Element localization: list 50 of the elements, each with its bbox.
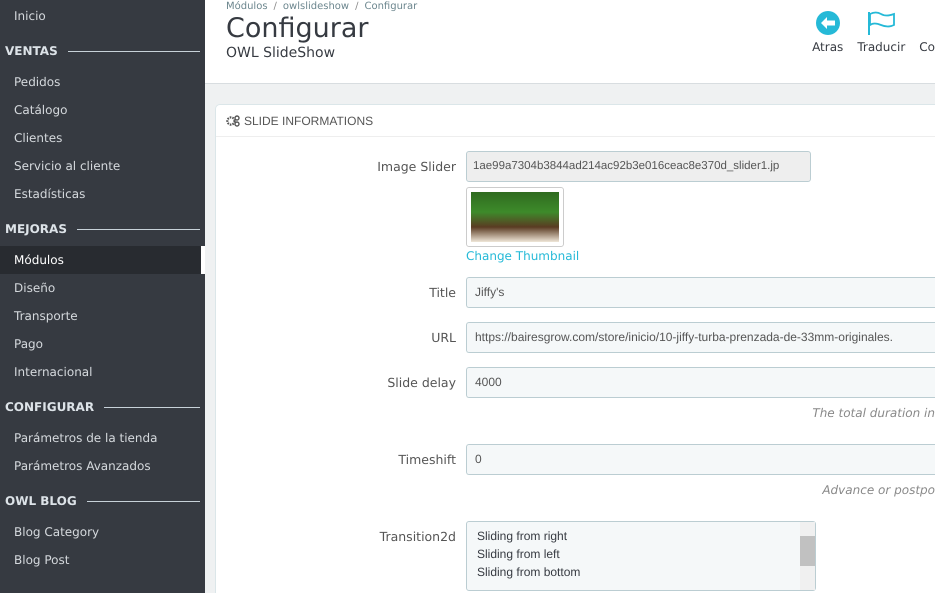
field-label: Title (428, 284, 457, 302)
list-option[interactable]: Sliding from bottom (477, 563, 790, 581)
help-text: Advance or postpo (822, 483, 935, 497)
page-title: Configurar (226, 13, 370, 45)
sidebar-item[interactable]: Transporte (0, 302, 205, 330)
text-field[interactable]: 0 (466, 444, 935, 475)
sidebar-heading: MEJORAS (5, 222, 67, 236)
sidebar-item[interactable]: Blog Post (0, 546, 205, 574)
toolbar-button[interactable]: Traducir (857, 10, 906, 83)
flag-icon (866, 10, 896, 36)
sidebar-item[interactable]: Estadísticas (0, 180, 205, 208)
gears-icon (226, 114, 240, 126)
panel-title: SLIDE INFORMATIONS (244, 114, 374, 128)
page-subtitle: OWL SlideShow (226, 45, 336, 61)
sidebar-item[interactable]: Internacional (0, 358, 205, 386)
sidebar-item[interactable]: Catálogo (0, 96, 205, 124)
list-box[interactable]: Sliding from right Sliding from left Sliding from bottom (466, 521, 816, 591)
sidebar-item[interactable]: Clientes (0, 124, 205, 152)
list-option[interactable]: Sliding from right (477, 527, 790, 545)
breadcrumb-link[interactable]: owlslideshow (282, 1, 350, 12)
scrollbar[interactable] (800, 522, 815, 590)
sidebar-heading: OWL BLOG (5, 494, 77, 508)
sidebar-item[interactable]: Inicio (0, 2, 205, 30)
field-label: Slide delay (386, 374, 457, 392)
help-text: The total duration in (812, 406, 935, 420)
breadcrumb-link[interactable]: Módulos (226, 1, 268, 12)
breadcrumb-separator: / (274, 1, 277, 12)
sidebar-item[interactable]: Parámetros de la tienda (0, 424, 205, 452)
breadcrumb-separator: / (355, 1, 358, 12)
text-field[interactable]: https://bairesgrow.com/store/inicio/10-jiffy-turba-prenzada-de-33mm-originales. (466, 322, 935, 353)
file-name-field[interactable]: 1ae99a7304b3844ad214ac92b3e016ceac8e370d_slider1.jp (466, 151, 811, 182)
breadcrumb-link[interactable]: Configurar (364, 1, 418, 12)
sidebar-item[interactable]: Servicio al cliente (0, 152, 205, 180)
sidebar-item[interactable]: Pago (0, 330, 205, 358)
sidebar-item[interactable]: Módulos (0, 246, 205, 274)
field-label: Transition2d (378, 528, 457, 546)
field-label: Image Slider (376, 158, 457, 176)
sidebar-heading: VENTAS (5, 44, 58, 58)
list-option[interactable]: Sliding from left (477, 545, 790, 563)
sidebar-item[interactable]: Parámetros Avanzados (0, 452, 205, 480)
sidebar-heading: CONFIGURAR (5, 400, 94, 414)
toolbar-button[interactable]: Co (919, 10, 935, 83)
field-label: Timeshift (397, 451, 457, 469)
sidebar-item[interactable]: Blog Category (0, 518, 205, 546)
field-label: URL (430, 329, 457, 347)
toolbar-button[interactable]: Atras (812, 10, 844, 83)
text-field[interactable]: Jiffy's (466, 277, 935, 308)
sidebar-item[interactable]: Pedidos (0, 68, 205, 96)
text-field[interactable]: 4000 (466, 367, 935, 398)
sidebar-item[interactable]: Diseño (0, 274, 205, 302)
